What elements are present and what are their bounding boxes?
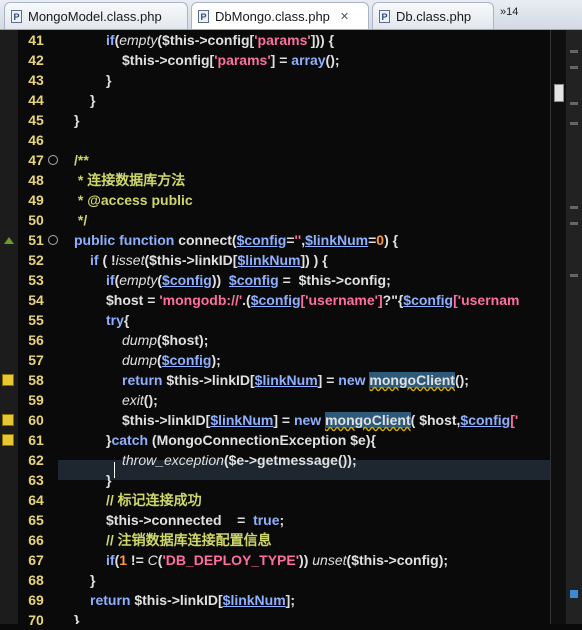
code-editor[interactable]: 41 42 43 44 45 46 47 48 49 50 51 52 53 5… [0, 30, 582, 628]
fold-toggle-icon[interactable] [48, 235, 58, 245]
code-line: dump($host); [122, 332, 209, 348]
tab-overflow-button[interactable]: »14 [500, 6, 518, 18]
scrollbar-thumb[interactable] [554, 84, 564, 102]
line-number: 70 [28, 612, 44, 628]
overview-marker[interactable] [570, 122, 578, 125]
warning-marker-icon[interactable] [2, 434, 14, 446]
code-line: $this->config['params'] = array(); [122, 52, 340, 68]
line-number: 53 [28, 272, 44, 288]
line-number: 67 [28, 552, 44, 568]
line-number: 62 [28, 452, 44, 468]
line-number: 56 [28, 332, 44, 348]
line-number: 54 [28, 292, 44, 308]
line-number: 48 [28, 172, 44, 188]
line-number: 42 [28, 52, 44, 68]
code-line: return $this->linkID[$linkNum]; [90, 592, 295, 608]
code-line: // 注销数据库连接配置信息 [106, 532, 272, 548]
line-number: 50 [28, 212, 44, 228]
fold-toggle-icon[interactable] [48, 155, 58, 165]
overview-marker[interactable] [570, 274, 578, 277]
php-file-icon: P [198, 9, 209, 23]
line-number: 57 [28, 352, 44, 368]
line-number: 64 [28, 492, 44, 508]
line-number: 61 [28, 432, 44, 448]
code-line: * @access public [74, 192, 193, 208]
code-line: return $this->linkID[$linkNum] = new mon… [122, 372, 469, 388]
vertical-scrollbar[interactable] [550, 30, 567, 624]
line-number: 58 [28, 372, 44, 388]
code-line: /** [74, 152, 89, 168]
editor-tab-bar: P MongoModel.class.php P DbMongo.class.p… [0, 0, 582, 30]
code-line: exit(); [122, 392, 158, 408]
code-line: } [74, 112, 80, 128]
code-line: } [106, 472, 112, 488]
line-number: 66 [28, 532, 44, 548]
tab-db[interactable]: P Db.class.php [372, 2, 494, 29]
overview-marker[interactable] [570, 50, 578, 53]
code-line: // 标记连接成功 [106, 492, 202, 508]
php-file-icon: P [11, 9, 22, 23]
line-number: 41 [28, 32, 44, 48]
line-number: 49 [28, 192, 44, 208]
code-line: throw_exception($e->getmessage()); [122, 452, 357, 468]
override-marker-icon [4, 237, 14, 244]
code-line: try{ [106, 312, 130, 328]
code-line: $host = 'mongodb://'.($config['username'… [106, 292, 520, 308]
overview-marker[interactable] [570, 66, 578, 69]
line-number: 59 [28, 392, 44, 408]
annotation-ruler [0, 30, 18, 624]
line-number: 69 [28, 592, 44, 608]
line-number-gutter: 41 42 43 44 45 46 47 48 49 50 51 52 53 5… [18, 30, 54, 628]
warning-marker-icon[interactable] [2, 414, 14, 426]
code-line: } [90, 92, 96, 108]
tab-mongomodel[interactable]: P MongoModel.class.php [4, 2, 188, 29]
code-line: if(1 != C('DB_DEPLOY_TYPE')) unset($this… [106, 552, 449, 568]
line-number: 68 [28, 572, 44, 588]
line-number: 52 [28, 252, 44, 268]
close-tab-icon[interactable]: ✕ [340, 10, 349, 23]
line-number: 46 [28, 132, 44, 148]
code-line: if(empty($this->config['params'])) { [106, 32, 335, 48]
code-line: */ [74, 212, 88, 228]
php-file-icon: P [379, 9, 390, 23]
code-line: } [74, 612, 80, 624]
line-number: 65 [28, 512, 44, 528]
code-line: public function connect($config='',$link… [74, 232, 399, 248]
info-marker-icon[interactable] [570, 590, 578, 598]
code-line: * 连接数据库方法 [74, 172, 186, 188]
line-number: 44 [28, 92, 44, 108]
line-number: 60 [28, 412, 44, 428]
line-number: 55 [28, 312, 44, 328]
line-number: 45 [28, 112, 44, 128]
tab-label: DbMongo.class.php [215, 8, 330, 24]
code-line: }catch (MongoConnectionException $e){ [106, 432, 376, 448]
code-line: $this->linkID[$linkNum] = new mongoClien… [122, 412, 519, 428]
overview-marker[interactable] [570, 102, 578, 105]
code-line: if ( !isset($this->linkID[$linkNum]) ) { [90, 252, 328, 268]
tab-dbmongo[interactable]: P DbMongo.class.php ✕ [191, 2, 369, 29]
warning-marker-icon[interactable] [2, 374, 14, 386]
line-number: 63 [28, 472, 44, 488]
overview-marker[interactable] [570, 222, 578, 225]
tab-label: MongoModel.class.php [28, 8, 162, 24]
code-line: if(empty($config)) $config = $this->conf… [106, 272, 391, 288]
tab-label: Db.class.php [396, 8, 472, 24]
overview-ruler[interactable] [566, 30, 582, 624]
code-area[interactable]: if(empty($this->config['params'])) { $th… [58, 30, 550, 624]
overview-marker[interactable] [570, 206, 578, 209]
code-line: $this->connected = true; [106, 512, 285, 528]
code-line: dump($config); [122, 352, 221, 368]
code-line: } [90, 572, 96, 588]
line-number: 43 [28, 72, 44, 88]
code-line: } [106, 72, 112, 88]
